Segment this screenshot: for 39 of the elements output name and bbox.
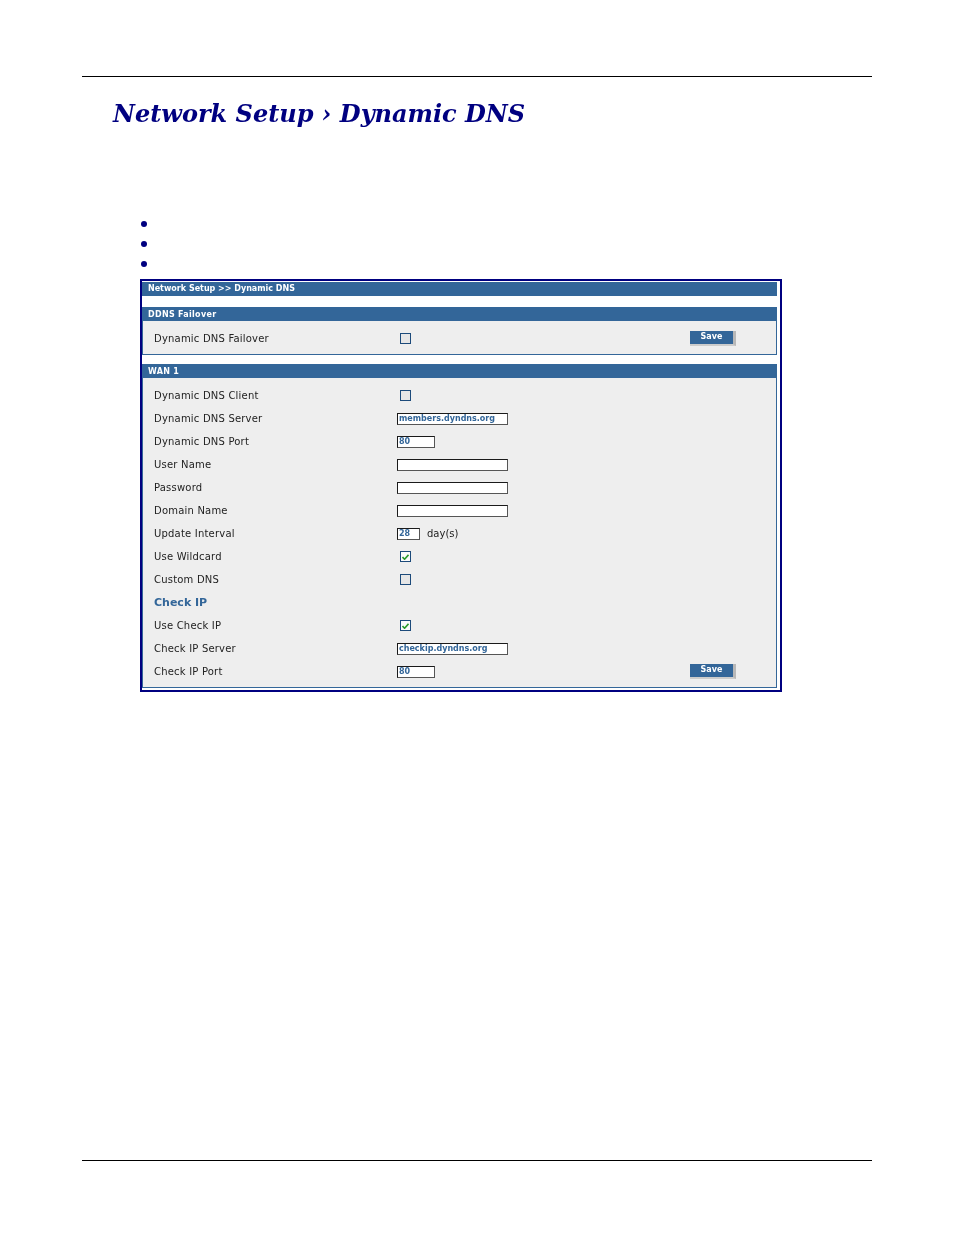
interval-field[interactable]: 28 <box>397 527 420 540</box>
checkmark-icon <box>402 622 409 629</box>
field-label: Update Interval <box>154 528 235 539</box>
field-label: Use Wildcard <box>154 551 222 562</box>
port-field[interactable]: 80 <box>397 665 435 678</box>
field-label: Domain Name <box>154 505 228 516</box>
port-field[interactable]: 80 <box>397 435 435 448</box>
field-label: Dynamic DNS Server <box>154 413 263 424</box>
field-label: Password <box>154 482 203 493</box>
text-field[interactable] <box>397 481 508 494</box>
field-label: Dynamic DNS Client <box>154 390 259 401</box>
breadcrumb-bar: Network Setup >> Dynamic DNS <box>142 282 777 296</box>
unit-label: day(s) <box>427 528 459 539</box>
field-label: Check IP Server <box>154 643 236 654</box>
subsection-heading: Check IP <box>154 596 208 609</box>
save-button[interactable]: Save <box>690 664 736 679</box>
page-title: Network Setup › Dynamic DNS <box>113 99 526 129</box>
field-label: Check IP Port <box>154 666 223 677</box>
bullet-icon <box>141 261 147 267</box>
checkbox[interactable] <box>400 551 411 562</box>
section-header: DDNS Failover <box>142 307 777 321</box>
field-label: Dynamic DNS Failover <box>154 333 269 344</box>
bullet-icon <box>141 221 147 227</box>
checkmark-icon <box>402 553 409 560</box>
field-label: User Name <box>154 459 212 470</box>
section-header: WAN 1 <box>142 364 777 378</box>
checkbox[interactable] <box>400 574 411 585</box>
checkbox[interactable] <box>400 333 411 344</box>
save-button[interactable]: Save <box>690 331 736 346</box>
text-field[interactable]: checkip.dyndns.org <box>397 642 508 655</box>
bullet-icon <box>141 241 147 247</box>
field-label: Use Check IP <box>154 620 222 631</box>
checkbox[interactable] <box>400 620 411 631</box>
text-field[interactable]: members.dyndns.org <box>397 412 508 425</box>
checkbox[interactable] <box>400 390 411 401</box>
field-label: Custom DNS <box>154 574 220 585</box>
text-field[interactable] <box>397 504 508 517</box>
text-field[interactable] <box>397 458 508 471</box>
field-label: Dynamic DNS Port <box>154 436 249 447</box>
